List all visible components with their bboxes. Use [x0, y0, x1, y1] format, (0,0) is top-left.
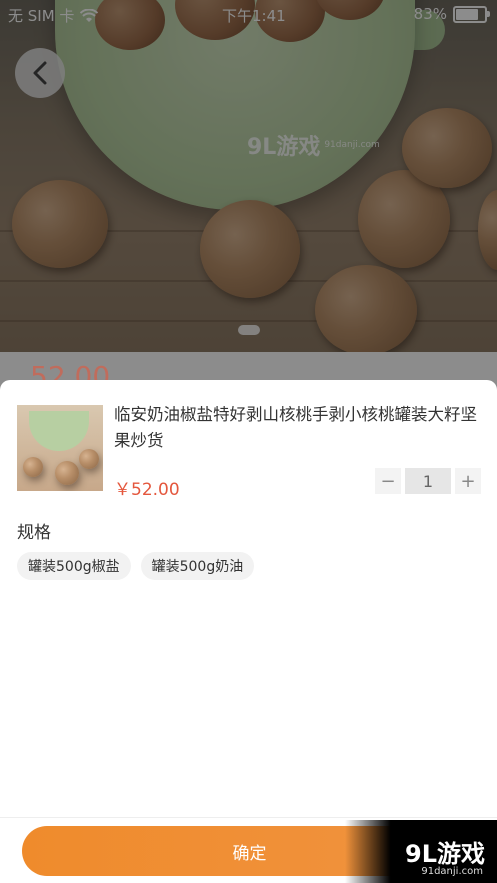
divider — [0, 817, 497, 818]
quantity-stepper: − 1 + — [375, 468, 481, 494]
watermark-badge: 9L游戏 91danji.com — [345, 820, 497, 883]
product-title: 临安奶油椒盐特好剥山核桃手剥小核桃罐装大籽坚果炒货 — [114, 405, 477, 450]
spec-label: 规格 — [17, 523, 51, 543]
spec-option-cream[interactable]: 罐装500g奶油 — [140, 552, 255, 580]
decrease-button[interactable]: − — [375, 468, 401, 494]
spec-options: 罐装500g椒盐 罐装500g奶油 — [17, 552, 255, 580]
increase-button[interactable]: + — [455, 468, 481, 494]
product-thumbnail — [17, 405, 103, 491]
quantity-value[interactable]: 1 — [405, 468, 451, 494]
sku-selector-sheet: 临安奶油椒盐特好剥山核桃手剥小核桃罐装大籽坚果炒货 ￥52.00 − 1 + 规… — [0, 380, 497, 883]
spec-option-pepper-salt[interactable]: 罐装500g椒盐 — [17, 552, 131, 580]
product-price: ￥52.00 — [114, 480, 180, 500]
